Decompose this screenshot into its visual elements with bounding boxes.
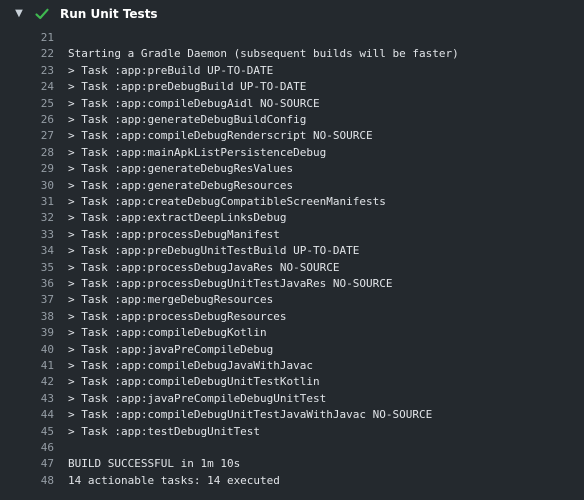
log-line: 36 > Task :app:processDebugUnitTestJavaRe… — [0, 276, 584, 292]
line-text: > Task :app:mainApkListPersistenceDebug — [68, 145, 327, 159]
log-line: 22 Starting a Gradle Daemon (subsequent b… — [0, 46, 584, 62]
line-number[interactable]: 45 — [22, 424, 54, 440]
log-line: 41 > Task :app:compileDebugJavaWithJavac — [0, 358, 584, 374]
line-number[interactable]: 25 — [22, 96, 54, 112]
line-number[interactable]: 46 — [22, 440, 54, 456]
log-line: 24 > Task :app:preDebugBuild UP-TO-DATE — [0, 79, 584, 95]
line-text: > Task :app:javaPreCompileDebugUnitTest — [68, 391, 327, 405]
line-text: > Task :app:compileDebugUnitTestKotlin — [68, 375, 320, 389]
line-text: > Task :app:compileDebugKotlin — [68, 326, 267, 340]
log-line: 33 > Task :app:processDebugManifest — [0, 227, 584, 243]
check-icon — [35, 8, 49, 20]
line-number[interactable]: 22 — [22, 46, 54, 62]
line-number[interactable]: 27 — [22, 128, 54, 144]
line-number[interactable]: 29 — [22, 161, 54, 177]
line-text: > Task :app:processDebugManifest — [68, 227, 280, 241]
line-number[interactable]: 43 — [22, 391, 54, 407]
line-text: > Task :app:compileDebugUnitTestJavaWith… — [68, 408, 433, 422]
log-line: 25 > Task :app:compileDebugAidl NO-SOURCE — [0, 96, 584, 112]
line-text: > Task :app:processDebugUnitTestJavaRes … — [68, 277, 393, 290]
line-number[interactable]: 38 — [22, 309, 54, 325]
line-number[interactable]: 42 — [22, 374, 54, 390]
log-output: 21 22 Starting a Gradle Daemon (subsequent… — [0, 30, 584, 500]
line-text: BUILD SUCCESSFUL in 1m 10s — [68, 457, 241, 471]
line-text: > Task :app:preDebugBuild UP-TO-DATE — [68, 80, 307, 94]
line-number[interactable]: 34 — [22, 243, 54, 259]
log-line: 40 > Task :app:javaPreCompileDebug — [0, 342, 584, 358]
line-number[interactable]: 24 — [22, 79, 54, 95]
line-number[interactable]: 37 — [22, 292, 54, 308]
line-text: > Task :app:compileDebugJavaWithJavac — [68, 359, 314, 372]
line-number[interactable]: 35 — [22, 260, 54, 276]
line-number[interactable]: 26 — [22, 112, 54, 128]
line-number[interactable]: 48 — [22, 473, 54, 489]
line-number[interactable]: 30 — [22, 178, 54, 194]
line-number[interactable]: 32 — [22, 210, 54, 226]
log-line: 39 > Task :app:compileDebugKotlin — [0, 325, 584, 341]
step-title: Run Unit Tests — [60, 7, 158, 21]
log-line: 34 > Task :app:preDebugUnitTestBuild UP-T… — [0, 243, 584, 259]
line-number[interactable]: 23 — [22, 63, 54, 79]
line-number[interactable]: 44 — [22, 407, 54, 423]
log-line: 38 > Task :app:processDebugResources — [0, 309, 584, 325]
line-text: > Task :app:generateDebugResValues — [68, 162, 294, 176]
chevron-down-icon[interactable]: ▼ — [13, 7, 25, 21]
line-number[interactable]: 33 — [22, 227, 54, 243]
line-text: > Task :app:compileDebugRenderscript NO-… — [68, 129, 373, 143]
line-number[interactable]: 28 — [22, 145, 54, 161]
line-text: > Task :app:processDebugJavaRes NO-SOURC… — [68, 260, 340, 274]
line-text: > Task :app:preBuild UP-TO-DATE — [68, 63, 274, 77]
line-number[interactable]: 41 — [22, 358, 54, 374]
step-header[interactable]: ▼ Run Unit Tests — [0, 0, 584, 30]
log-line: 45 > Task :app:testDebugUnitTest — [0, 424, 584, 440]
line-number[interactable]: 47 — [22, 456, 54, 472]
log-line: 26 > Task :app:generateDebugBuildConfig — [0, 112, 584, 128]
log-line: 31 > Task :app:createDebugCompatibleScree… — [0, 194, 584, 210]
line-text: > Task :app:testDebugUnitTest — [68, 424, 261, 438]
line-number[interactable]: 39 — [22, 325, 54, 341]
line-number[interactable]: 36 — [22, 276, 54, 292]
log-line: 47 BUILD SUCCESSFUL in 1m 10s — [0, 456, 584, 472]
log-line: 23 > Task :app:preBuild UP-TO-DATE — [0, 63, 584, 79]
log-line: 27 > Task :app:compileDebugRenderscript N… — [0, 128, 584, 144]
log-line: 37 > Task :app:mergeDebugResources — [0, 292, 584, 308]
log-line: 44 > Task :app:compileDebugUnitTestJavaWi… — [0, 407, 584, 423]
log-line: 21 — [0, 30, 584, 46]
line-text: > Task :app:javaPreCompileDebug — [68, 342, 274, 356]
log-line: 43 > Task :app:javaPreCompileDebugUnitTes… — [0, 391, 584, 407]
line-text: > Task :app:compileDebugAidl NO-SOURCE — [68, 96, 320, 110]
log-line: 32 > Task :app:extractDeepLinksDebug — [0, 210, 584, 226]
line-number[interactable]: 21 — [22, 30, 54, 46]
line-text: > Task :app:generateDebugResources — [68, 178, 294, 192]
line-text: > Task :app:generateDebugBuildConfig — [68, 113, 307, 126]
line-text: Starting a Gradle Daemon (subsequent bui… — [68, 47, 459, 61]
log-line: 48 14 actionable tasks: 14 executed — [0, 473, 584, 489]
log-line: 46 — [0, 440, 584, 456]
line-text: > Task :app:createDebugCompatibleScreenM… — [68, 195, 386, 208]
log-line: 35 > Task :app:processDebugJavaRes NO-SOU… — [0, 260, 584, 276]
line-text: > Task :app:preDebugUnitTestBuild UP-TO-… — [68, 244, 360, 258]
line-number[interactable]: 40 — [22, 342, 54, 358]
line-text: 14 actionable tasks: 14 executed — [68, 473, 280, 487]
log-line: 29 > Task :app:generateDebugResValues — [0, 161, 584, 177]
line-text: > Task :app:mergeDebugResources — [68, 293, 274, 307]
line-number[interactable]: 31 — [22, 194, 54, 210]
line-text: > Task :app:extractDeepLinksDebug — [68, 211, 287, 225]
line-text: > Task :app:processDebugResources — [68, 309, 287, 323]
log-line: 42 > Task :app:compileDebugUnitTestKotlin — [0, 374, 584, 390]
log-line: 28 > Task :app:mainApkListPersistenceDebu… — [0, 145, 584, 161]
log-line: 30 > Task :app:generateDebugResources — [0, 178, 584, 194]
